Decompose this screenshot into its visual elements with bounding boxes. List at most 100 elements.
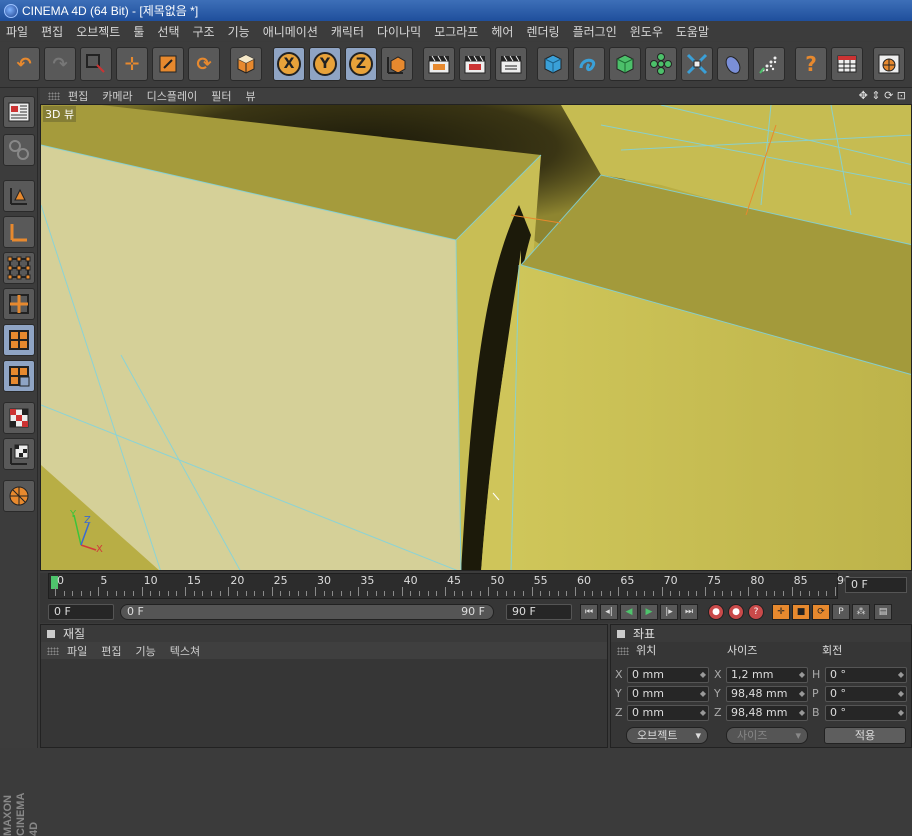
auto-key-icon[interactable]: ● xyxy=(728,604,744,620)
z-axis-lock-button[interactable]: Z xyxy=(345,47,377,81)
menu-tools[interactable]: 툴 xyxy=(133,23,144,40)
menu-plugins[interactable]: 플러그인 xyxy=(573,23,617,40)
drag-grip-icon[interactable] xyxy=(617,647,629,655)
menu-file[interactable]: 파일 xyxy=(6,23,28,40)
viewport-menu-camera[interactable]: 카메라 xyxy=(102,88,132,104)
play-backward-icon[interactable]: ◀ xyxy=(620,604,638,620)
point-level-key-icon[interactable]: ⁂ xyxy=(852,604,870,620)
record-icon[interactable]: ● xyxy=(708,604,724,620)
make-editable-icon[interactable] xyxy=(3,134,35,166)
live-selection-icon[interactable] xyxy=(80,47,112,81)
menu-hair[interactable]: 헤어 xyxy=(491,23,513,40)
start-frame-field[interactable]: 0 F xyxy=(48,604,114,620)
camera-scene-icon[interactable] xyxy=(753,47,785,81)
subdivision-surface-icon[interactable] xyxy=(609,47,641,81)
scale-key-icon[interactable]: ■ xyxy=(792,604,810,620)
next-key-icon[interactable]: |▸ xyxy=(660,604,678,620)
points-mode-icon[interactable] xyxy=(3,252,35,284)
menu-edit[interactable]: 편집 xyxy=(41,23,63,40)
material-menu-texture[interactable]: 텍스쳐 xyxy=(170,643,200,659)
size-x-field[interactable]: 1,2 mm ◆ xyxy=(726,667,808,683)
coordinate-system-icon[interactable] xyxy=(381,47,413,81)
viewport-layout-icon[interactable] xyxy=(3,96,35,128)
help-cursor-icon[interactable]: ? xyxy=(795,47,827,81)
frame-range-slider[interactable]: 0 F 90 F xyxy=(120,604,494,620)
menu-dynamics[interactable]: 다이나믹 xyxy=(377,23,421,40)
paint-tool-icon[interactable] xyxy=(3,480,35,512)
viewport-menu-filter[interactable]: 필터 xyxy=(211,88,231,104)
rotation-h-field[interactable]: 0 ° ◆ xyxy=(825,667,907,683)
environment-floor-icon[interactable] xyxy=(717,47,749,81)
coordinate-mode-dropdown[interactable]: 오브젝트 ▾ xyxy=(626,727,708,744)
spinner-icon[interactable]: ◆ xyxy=(898,687,904,701)
size-mode-dropdown[interactable]: 사이즈 ▾ xyxy=(726,727,808,744)
rotation-b-field[interactable]: 0 ° ◆ xyxy=(825,705,907,721)
x-axis-lock-button[interactable]: X xyxy=(273,47,305,81)
apply-button[interactable]: 적용 xyxy=(824,727,906,744)
spinner-icon[interactable]: ◆ xyxy=(898,668,904,682)
spinner-icon[interactable]: ◆ xyxy=(799,706,805,720)
uv-polygons-mode-icon[interactable] xyxy=(3,360,35,392)
play-forward-icon[interactable]: ▶ xyxy=(640,604,658,620)
rotation-key-icon[interactable]: ⟳ xyxy=(812,604,830,620)
render-settings-icon[interactable] xyxy=(495,47,527,81)
3d-viewport[interactable]: Y Z X 3D 뷰 xyxy=(40,104,912,571)
menu-help[interactable]: 도움말 xyxy=(676,23,709,40)
go-to-end-icon[interactable]: ⏭ xyxy=(680,604,698,620)
spinner-icon[interactable]: ◆ xyxy=(799,687,805,701)
spinner-icon[interactable]: ◆ xyxy=(700,706,706,720)
menu-functions[interactable]: 기능 xyxy=(228,23,250,40)
spinner-icon[interactable]: ◆ xyxy=(898,706,904,720)
menu-mograph[interactable]: 모그라프 xyxy=(434,23,478,40)
keyframe-selection-icon[interactable]: ? xyxy=(748,604,764,620)
menu-object[interactable]: 오브젝트 xyxy=(76,23,120,40)
viewport-menu-view[interactable]: 뷰 xyxy=(245,88,255,104)
position-z-field[interactable]: 0 mm ◆ xyxy=(627,705,709,721)
menu-selection[interactable]: 선택 xyxy=(157,23,179,40)
material-menu-file[interactable]: 파일 xyxy=(67,643,87,659)
undo-icon[interactable]: ↶ xyxy=(8,47,40,81)
position-key-icon[interactable]: ✛ xyxy=(772,604,790,620)
material-menu-function[interactable]: 기능 xyxy=(136,643,156,659)
move-icon[interactable]: ✛ xyxy=(116,47,148,81)
workplane-icon[interactable] xyxy=(3,438,35,470)
drag-grip-icon[interactable] xyxy=(47,646,59,655)
spinner-icon[interactable]: ◆ xyxy=(700,668,706,682)
viewport-navigation-icons[interactable]: ✥ ⇕ ⟳ ⊡ xyxy=(859,89,906,102)
rotate-icon[interactable]: ⟳ xyxy=(188,47,220,81)
position-y-field[interactable]: 0 mm ◆ xyxy=(627,686,709,702)
parameter-key-icon[interactable]: P xyxy=(832,604,850,620)
drag-grip-icon[interactable] xyxy=(48,92,60,100)
menu-character[interactable]: 캐릭터 xyxy=(331,23,364,40)
cube-primitive-icon[interactable] xyxy=(537,47,569,81)
menu-window[interactable]: 윈도우 xyxy=(630,23,663,40)
spinner-icon[interactable]: ◆ xyxy=(700,687,706,701)
menu-structure[interactable]: 구조 xyxy=(193,23,215,40)
spinner-icon[interactable]: ◆ xyxy=(799,668,805,682)
edges-mode-icon[interactable] xyxy=(3,288,35,320)
viewport-menu-edit[interactable]: 편집 xyxy=(68,88,88,104)
object-axis-mode-icon[interactable] xyxy=(3,216,35,248)
spline-pen-icon[interactable] xyxy=(573,47,605,81)
size-z-field[interactable]: 98,48 mm ◆ xyxy=(726,705,808,721)
model-mode-icon[interactable] xyxy=(3,180,35,212)
viewport-menu-display[interactable]: 디스플레이 xyxy=(147,88,198,104)
size-y-field[interactable]: 98,48 mm ◆ xyxy=(726,686,808,702)
y-axis-lock-button[interactable]: Y xyxy=(309,47,341,81)
timeline-ruler[interactable]: 0 5 10 15 20 25 30 35 40 45 50 55 60 65 70 75 80 85 90 xyxy=(48,573,851,599)
layout-table-icon[interactable] xyxy=(831,47,863,81)
polygons-mode-icon[interactable] xyxy=(3,324,35,356)
end-frame-field[interactable]: 90 F xyxy=(506,604,572,620)
motion-clip-icon[interactable]: ▤ xyxy=(874,604,892,620)
previous-key-icon[interactable]: ◂| xyxy=(600,604,618,620)
current-frame-field[interactable]: 0 F xyxy=(845,577,907,593)
scale-icon[interactable] xyxy=(152,47,184,81)
go-to-start-icon[interactable]: ⏮ xyxy=(580,604,598,620)
material-menu-edit[interactable]: 편집 xyxy=(101,643,121,659)
menu-animation[interactable]: 애니메이션 xyxy=(263,23,318,40)
position-x-field[interactable]: 0 mm ◆ xyxy=(627,667,709,683)
deformer-icon[interactable] xyxy=(681,47,713,81)
redo-icon[interactable]: ↷ xyxy=(44,47,76,81)
menu-render[interactable]: 렌더링 xyxy=(526,23,559,40)
web-browser-icon[interactable] xyxy=(873,47,905,81)
